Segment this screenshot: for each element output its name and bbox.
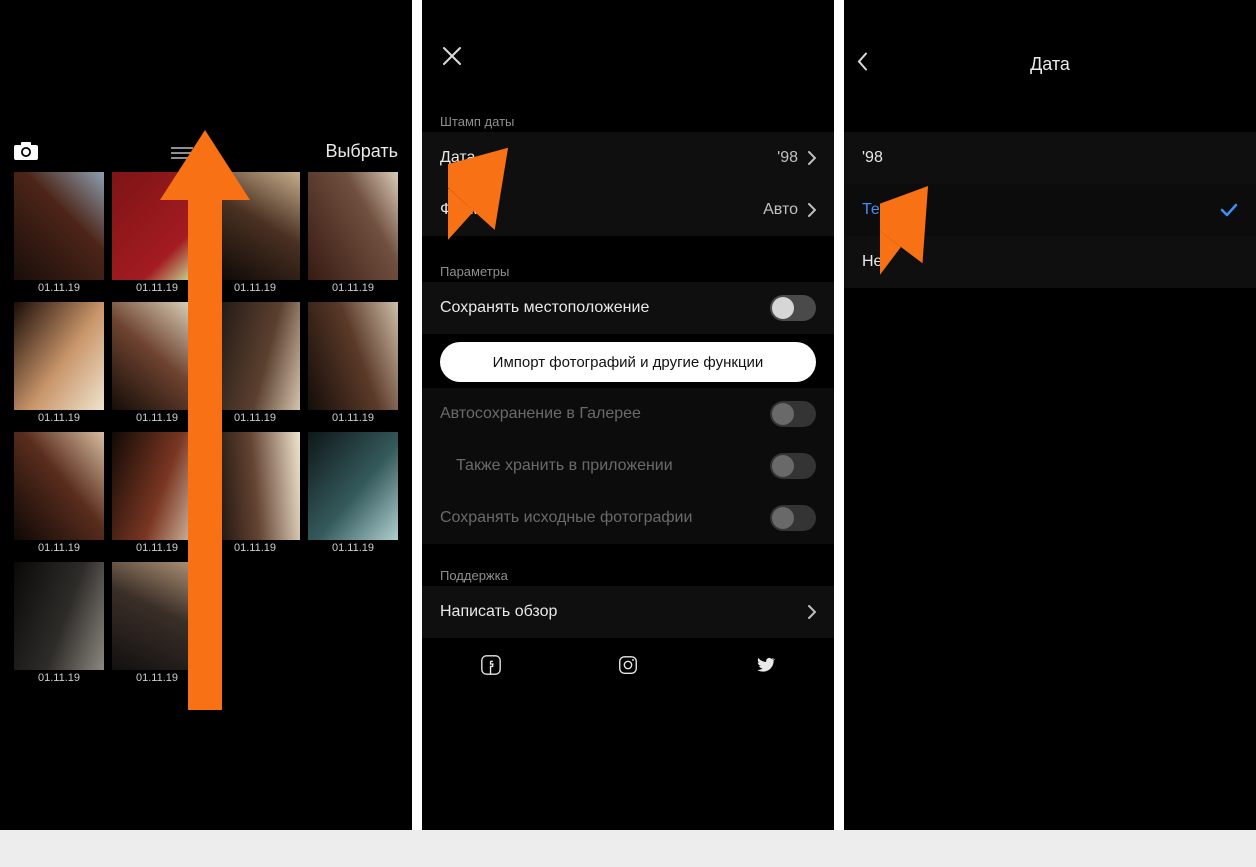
gallery-item[interactable]: 01.11.19 xyxy=(14,562,104,684)
gallery-item[interactable]: 01.11.19 xyxy=(112,172,202,294)
import-button-label: Импорт фотографий и другие функции xyxy=(493,354,764,371)
thumb-date: 01.11.19 xyxy=(38,412,80,424)
option-98[interactable]: '98 xyxy=(844,132,1256,184)
thumb-date: 01.11.19 xyxy=(332,412,374,424)
close-icon[interactable] xyxy=(440,44,464,68)
row-store-in-app-label: Также хранить в приложении xyxy=(456,457,673,475)
settings-header xyxy=(422,44,834,84)
gallery-item-empty xyxy=(308,562,398,684)
select-button[interactable]: Выбрать xyxy=(325,141,398,162)
twitter-icon[interactable] xyxy=(754,654,776,681)
row-save-location[interactable]: Сохранять местоположение xyxy=(422,282,834,334)
option-98-label: '98 xyxy=(862,149,883,167)
footer-strip xyxy=(0,830,1256,867)
gallery-item[interactable]: 01.11.19 xyxy=(308,432,398,554)
toggle-save-location[interactable] xyxy=(770,295,816,321)
gallery-item[interactable]: 01.11.19 xyxy=(210,432,300,554)
chevron-right-icon xyxy=(808,151,816,165)
photo-thumb[interactable] xyxy=(210,302,300,410)
gallery-top-bar: Выбрать xyxy=(0,136,412,166)
gallery-item[interactable]: 01.11.19 xyxy=(14,302,104,424)
section-label-params: Параметры xyxy=(440,264,509,279)
thumb-date: 01.11.19 xyxy=(332,542,374,554)
row-save-location-label: Сохранять местоположение xyxy=(440,299,649,317)
gallery-item[interactable]: 01.11.19 xyxy=(308,302,398,424)
row-format-value: Авто xyxy=(763,201,798,219)
row-date-value: '98 xyxy=(777,149,798,167)
option-none[interactable]: Нет xyxy=(844,236,1256,288)
thumb-date: 01.11.19 xyxy=(38,542,80,554)
screen-settings: Штамп даты Дата '98 Формат Авто Параметр… xyxy=(422,0,834,830)
menu-icon[interactable] xyxy=(171,144,193,158)
photo-thumb[interactable] xyxy=(112,432,202,540)
photo-thumb[interactable] xyxy=(210,432,300,540)
photo-thumb[interactable] xyxy=(14,432,104,540)
photo-thumb[interactable] xyxy=(112,302,202,410)
photo-thumb[interactable] xyxy=(112,172,202,280)
gallery-item[interactable]: 01.11.19 xyxy=(210,172,300,294)
gallery-item[interactable]: 01.11.19 xyxy=(112,432,202,554)
section-label-stamp: Штамп даты xyxy=(440,114,514,129)
checkmark-icon xyxy=(1220,203,1238,217)
gallery-item-empty xyxy=(210,562,300,684)
row-date-label: Дата xyxy=(440,149,475,167)
back-icon[interactable] xyxy=(856,52,868,77)
chevron-right-icon xyxy=(808,203,816,217)
date-header: Дата xyxy=(844,44,1256,84)
section-label-support: Поддержка xyxy=(440,568,508,583)
gallery-grid: 01.11.19 01.11.19 01.11.19 01.11.19 01.1… xyxy=(14,172,398,684)
camera-icon[interactable] xyxy=(14,142,38,160)
toggle-autosave[interactable] xyxy=(770,401,816,427)
thumb-date: 01.11.19 xyxy=(234,542,276,554)
import-button[interactable]: Импорт фотографий и другие функции xyxy=(440,342,816,382)
option-current-label: Текущая xyxy=(862,201,926,219)
photo-thumb[interactable] xyxy=(308,432,398,540)
gallery-item[interactable]: 01.11.19 xyxy=(308,172,398,294)
thumb-date: 01.11.19 xyxy=(136,672,178,684)
option-none-label: Нет xyxy=(862,253,889,271)
photo-thumb[interactable] xyxy=(308,172,398,280)
thumb-date: 01.11.19 xyxy=(234,412,276,424)
photo-thumb[interactable] xyxy=(14,562,104,670)
thumb-date: 01.11.19 xyxy=(136,282,178,294)
facebook-icon[interactable] xyxy=(480,654,502,681)
row-save-originals[interactable]: Сохранять исходные фотографии xyxy=(422,492,834,544)
thumb-date: 01.11.19 xyxy=(332,282,374,294)
row-store-in-app[interactable]: Также хранить в приложении xyxy=(422,440,834,492)
chevron-right-icon xyxy=(808,605,816,619)
photo-thumb[interactable] xyxy=(210,172,300,280)
thumb-date: 01.11.19 xyxy=(136,412,178,424)
row-save-originals-label: Сохранять исходные фотографии xyxy=(440,509,692,527)
row-review[interactable]: Написать обзор xyxy=(422,586,834,638)
date-title: Дата xyxy=(1030,54,1070,75)
gallery-item[interactable]: 01.11.19 xyxy=(210,302,300,424)
photo-thumb[interactable] xyxy=(308,302,398,410)
row-date[interactable]: Дата '98 xyxy=(422,132,834,184)
thumb-date: 01.11.19 xyxy=(38,672,80,684)
photo-thumb[interactable] xyxy=(14,302,104,410)
gallery-item[interactable]: 01.11.19 xyxy=(112,562,202,684)
photo-thumb[interactable] xyxy=(14,172,104,280)
thumb-date: 01.11.19 xyxy=(234,282,276,294)
gallery-item[interactable]: 01.11.19 xyxy=(14,432,104,554)
gallery-item[interactable]: 01.11.19 xyxy=(112,302,202,424)
social-row xyxy=(422,642,834,692)
toggle-store-in-app[interactable] xyxy=(770,453,816,479)
gallery-item[interactable]: 01.11.19 xyxy=(14,172,104,294)
thumb-date: 01.11.19 xyxy=(136,542,178,554)
instagram-icon[interactable] xyxy=(617,654,639,681)
thumb-date: 01.11.19 xyxy=(38,282,80,294)
row-autosave[interactable]: Автосохранение в Галерее xyxy=(422,388,834,440)
photo-thumb[interactable] xyxy=(112,562,202,670)
screen-date: Дата '98 Текущая Нет xyxy=(844,0,1256,830)
row-autosave-label: Автосохранение в Галерее xyxy=(440,405,641,423)
option-current[interactable]: Текущая xyxy=(844,184,1256,236)
row-format-label: Формат xyxy=(440,201,497,219)
row-review-label: Написать обзор xyxy=(440,603,557,621)
toggle-save-originals[interactable] xyxy=(770,505,816,531)
screen-gallery: Выбрать 01.11.19 01.11.19 01.11.19 01.11… xyxy=(0,0,412,830)
row-format[interactable]: Формат Авто xyxy=(422,184,834,236)
